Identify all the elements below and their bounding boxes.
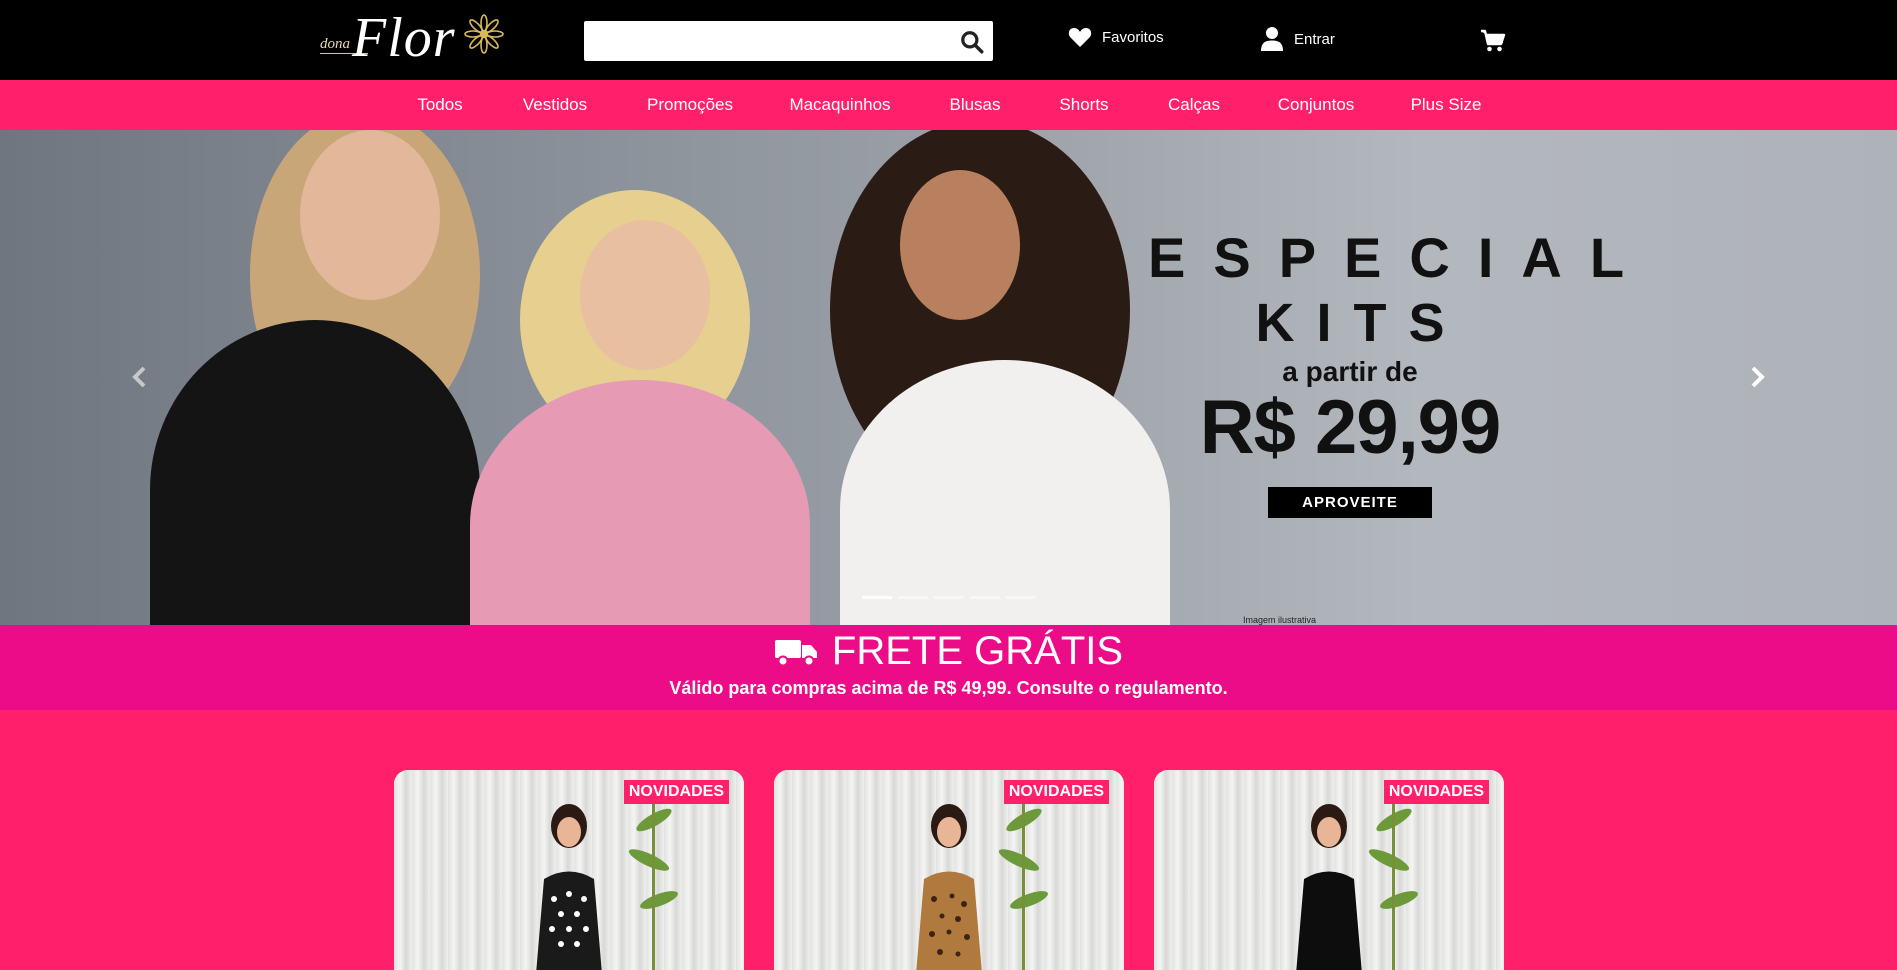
shipping-title: FRETE GRÁTIS <box>831 629 1124 673</box>
hero-banner[interactable]: ESPECIAL KITS a partir de R$ 29,99 APROV… <box>0 130 1897 625</box>
brand-logo[interactable]: dona Flor <box>318 7 504 72</box>
carousel-dot-3[interactable] <box>934 596 964 599</box>
nav-item-promocoes[interactable]: Promoções <box>647 80 733 130</box>
new-badge: NOVIDADES <box>623 780 729 804</box>
carousel-dot-5[interactable] <box>1006 596 1036 599</box>
free-shipping-banner: FRETE GRÁTIS Válido para compras acima d… <box>0 625 1897 710</box>
promo-line-2: KITS <box>1255 293 1467 353</box>
user-icon <box>1261 27 1283 51</box>
search-box <box>584 21 993 61</box>
category-nav: Todos Vestidos Promoções Macaquinhos Blu… <box>0 80 1897 130</box>
promo-price: R$ 29,99 <box>1199 385 1501 470</box>
product-card[interactable]: NOVIDADES <box>774 770 1124 970</box>
nav-item-plus-size[interactable]: Plus Size <box>1411 80 1482 130</box>
nav-item-todos[interactable]: Todos <box>417 80 462 130</box>
shipping-subtitle: Válido para compras acima de R$ 49,99. C… <box>669 678 1228 698</box>
chevron-right-icon[interactable] <box>1742 362 1772 392</box>
hero-person-2-face <box>580 220 710 370</box>
product-card[interactable]: NOVIDADES <box>394 770 744 970</box>
truck-icon <box>774 639 817 666</box>
login-label: Entrar <box>1294 30 1335 48</box>
hero-person-1-face <box>300 130 440 300</box>
aproveite-button[interactable]: APROVEITE <box>1268 487 1432 518</box>
favorites-link[interactable]: Favoritos <box>1068 26 1164 48</box>
flower-icon <box>464 14 504 54</box>
illustrative-note: Imagem ilustrativa <box>1243 615 1317 625</box>
brand-prefix: dona <box>320 36 350 52</box>
chevron-left-icon[interactable] <box>125 362 155 392</box>
nav-item-calcas[interactable]: Calças <box>1168 80 1220 130</box>
new-badge: NOVIDADES <box>1003 780 1109 804</box>
plant-image <box>628 790 678 970</box>
nav-item-macaquinhos[interactable]: Macaquinhos <box>789 80 890 130</box>
promo-line-1: ESPECIAL <box>1148 226 1653 289</box>
nav-item-blusas[interactable]: Blusas <box>949 80 1000 130</box>
promo-block: ESPECIAL KITS a partir de R$ 29,99 APROV… <box>1120 225 1653 518</box>
product-card[interactable]: NOVIDADES <box>1154 770 1504 970</box>
search-input[interactable] <box>584 21 944 61</box>
cart-icon[interactable] <box>1480 28 1506 54</box>
brand-name: Flor <box>352 7 456 69</box>
nav-item-vestidos[interactable]: Vestidos <box>523 80 587 130</box>
login-link[interactable]: Entrar <box>1260 26 1335 52</box>
carousel-indicators <box>862 596 1036 599</box>
nav-item-conjuntos[interactable]: Conjuntos <box>1278 80 1355 130</box>
model-image <box>536 804 602 970</box>
nav-item-shorts[interactable]: Shorts <box>1059 80 1108 130</box>
carousel-dot-4[interactable] <box>970 596 1000 599</box>
hero-person-2 <box>470 380 810 625</box>
hero-person-3-face <box>900 170 1020 320</box>
carousel-dot-2[interactable] <box>898 596 928 599</box>
model-image <box>916 804 982 970</box>
carousel-dot-1[interactable] <box>862 596 892 599</box>
top-header: dona Flor Favoritos Entrar <box>0 0 1897 80</box>
new-badge: NOVIDADES <box>1383 780 1489 804</box>
model-image <box>1296 804 1362 970</box>
heart-icon <box>1068 28 1092 47</box>
favorites-label: Favoritos <box>1102 28 1164 46</box>
search-icon[interactable] <box>959 29 985 55</box>
